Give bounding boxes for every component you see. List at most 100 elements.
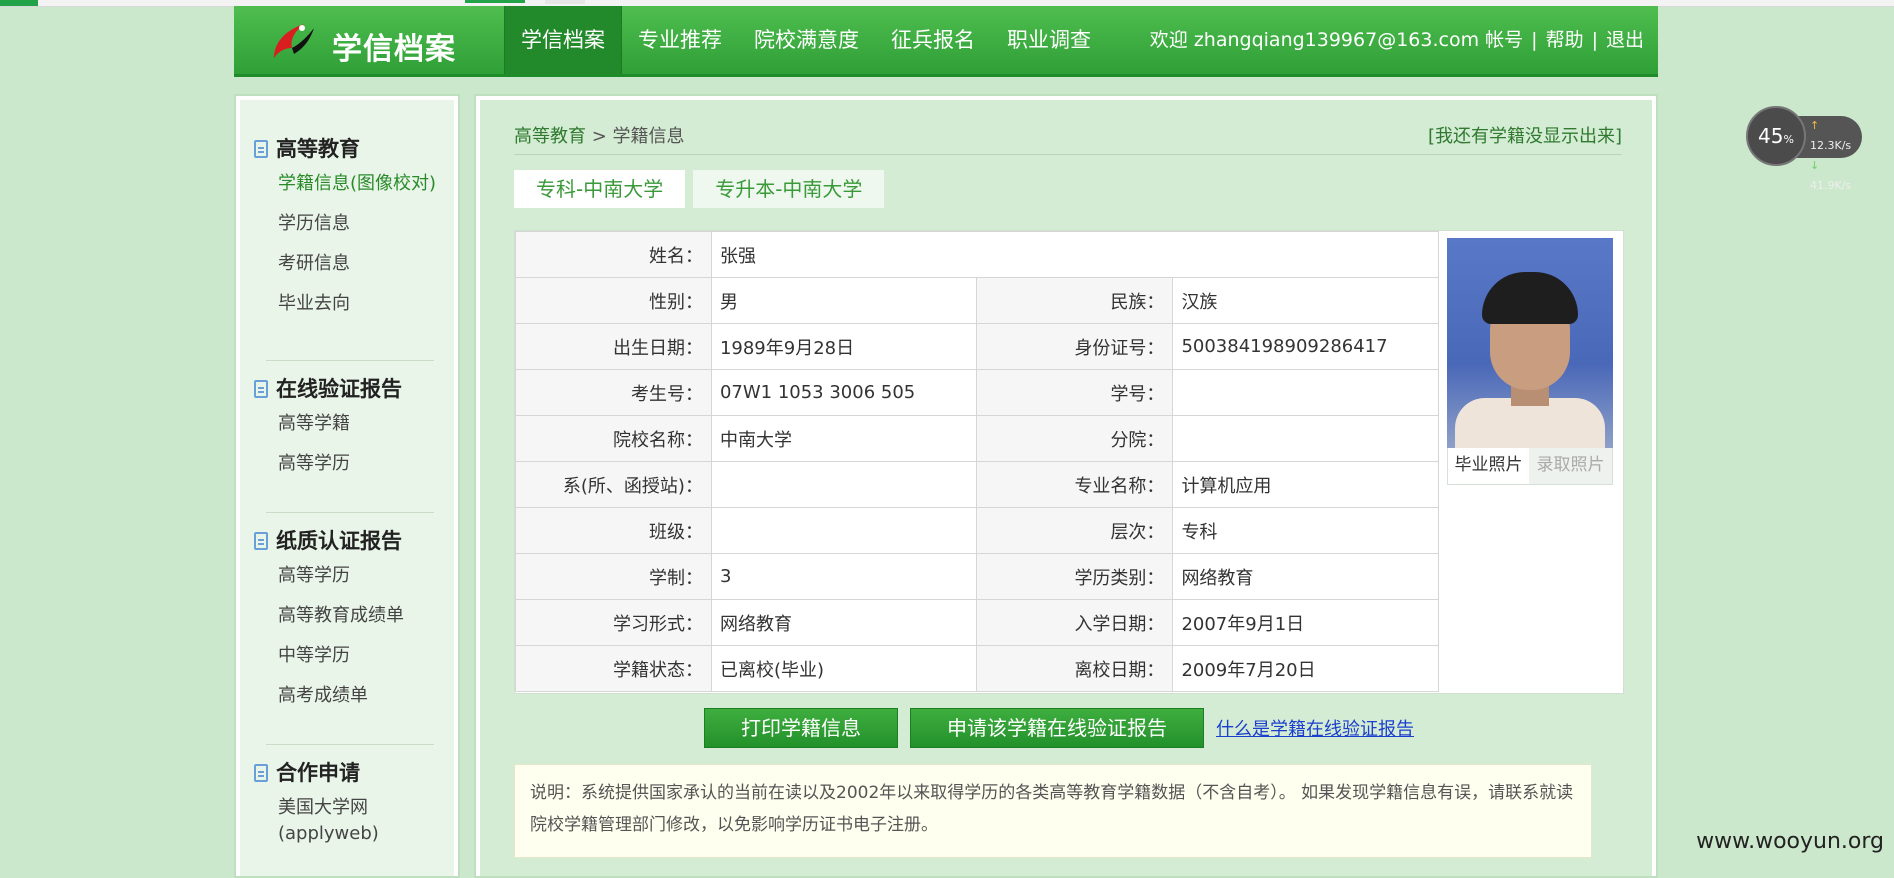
tab-indicator (465, 0, 525, 3)
breadcrumb: 高等教育 > 学籍信息 (514, 122, 685, 148)
sidebar-item-applyweb-sub[interactable]: (applyweb) (254, 820, 454, 852)
network-speed-widget[interactable]: ↑ 12.3K/s ↓ 41.9K/s 45% (1746, 106, 1866, 192)
section-title: 合作申请 (276, 761, 360, 785)
table-row: 学籍状态： 已离校(毕业) 离校日期： 2009年7月20日 (515, 645, 1439, 692)
nav-military-signup[interactable]: 征兵报名 (875, 6, 991, 74)
user-greeting: 欢迎 zhangqiang139967@163.com (1149, 29, 1480, 51)
field-label: 民族： (976, 277, 1174, 324)
table-row: 院校名称： 中南大学 分院： (515, 415, 1439, 462)
field-label: 考生号： (515, 369, 712, 416)
sidebar-divider (266, 360, 434, 361)
admission-photo-tab[interactable]: 录取照片 (1529, 448, 1612, 484)
table-row: 学制： 3 学历类别： 网络教育 (515, 553, 1439, 600)
sidebar-item-paper-transcript[interactable]: 高等教育成绩单 (254, 596, 454, 636)
field-label: 离校日期： (976, 645, 1174, 692)
main-panel: 高等教育 > 学籍信息 [我还有学籍没显示出来] 专科-中南大学 专升本-中南大… (474, 94, 1658, 878)
document-icon (254, 764, 268, 782)
breadcrumb-parent[interactable]: 高等教育 (514, 126, 586, 147)
student-info-table: 姓名： 张强 性别： 男 民族： 汉族 出生日期： 1989年9月28日 身份证… (515, 231, 1440, 692)
table-row: 系(所、函授站)： 专业名称： 计算机应用 (515, 461, 1439, 508)
nav-archive[interactable]: 学信档案 (504, 6, 622, 74)
usage-percent-unit: % (1783, 133, 1794, 146)
field-value: 男 (710, 277, 978, 324)
sidebar-item-online-degree[interactable]: 高等学历 (254, 444, 454, 484)
field-value: 计算机应用 (1172, 461, 1439, 508)
account-link[interactable]: 帐号 (1485, 29, 1523, 51)
main-nav: 学信档案 专业推荐 院校满意度 征兵报名 职业调查 (504, 6, 1107, 74)
help-link[interactable]: 帮助 (1546, 29, 1584, 51)
print-status-button[interactable]: 打印学籍信息 (704, 708, 898, 748)
sidebar-item-secondary-degree[interactable]: 中等学历 (254, 636, 454, 676)
field-value: 张强 (710, 231, 1440, 278)
document-icon (254, 140, 268, 158)
photo-caption-bar: 毕业照片 录取照片 (1447, 448, 1613, 485)
bird-logo-icon (274, 24, 314, 58)
field-value (710, 461, 978, 508)
table-row: 班级： 层次： 专科 (515, 507, 1439, 554)
field-label: 院校名称： (515, 415, 712, 462)
sidebar-item-exam-info[interactable]: 考研信息 (254, 244, 454, 284)
usage-percent: 45 (1758, 124, 1784, 148)
download-speed: 41.9K/s (1810, 179, 1852, 192)
field-label: 学号： (976, 369, 1174, 416)
what-is-online-report-link[interactable]: 什么是学籍在线验证报告 (1216, 715, 1414, 741)
field-label: 学历类别： (976, 553, 1174, 600)
nav-school-satisfaction[interactable]: 院校满意度 (738, 6, 875, 74)
action-bar: 打印学籍信息 申请该学籍在线验证报告 什么是学籍在线验证报告 (704, 708, 1414, 748)
photo-box: 毕业照片 录取照片 (1447, 238, 1613, 485)
field-value: 3 (710, 553, 978, 600)
sidebar: 高等教育 学籍信息(图像校对) 学历信息 考研信息 毕业去向 在线验证报告 高等… (234, 94, 460, 878)
apply-online-report-button[interactable]: 申请该学籍在线验证报告 (910, 708, 1204, 748)
sidebar-section-paper-report: 纸质认证报告 高等学历 高等教育成绩单 中等学历 高考成绩单 (254, 526, 454, 716)
sidebar-item-paper-degree[interactable]: 高等学历 (254, 556, 454, 596)
loading-bar (0, 0, 38, 6)
sidebar-item-status-info[interactable]: 学籍信息(图像校对) (254, 164, 454, 204)
nav-career-survey[interactable]: 职业调查 (991, 6, 1107, 74)
field-label: 分院： (976, 415, 1174, 462)
field-value: 网络教育 (1172, 553, 1439, 600)
sidebar-item-gaokao-transcript[interactable]: 高考成绩单 (254, 676, 454, 716)
table-row: 性别： 男 民族： 汉族 (515, 277, 1439, 324)
logout-link[interactable]: 退出 (1606, 29, 1644, 51)
tab-zhuanke[interactable]: 专科-中南大学 (514, 170, 686, 208)
table-row: 姓名： 张强 (515, 231, 1440, 278)
site-header: 学信档案 学信档案 专业推荐 院校满意度 征兵报名 职业调查 欢迎 zhangq… (234, 6, 1658, 77)
section-title: 在线验证报告 (276, 377, 402, 401)
field-label: 姓名： (515, 231, 712, 278)
table-row: 考生号： 07W1 1053 3006 505 学号： (515, 369, 1439, 416)
upload-arrow-icon: ↑ (1810, 119, 1820, 132)
sidebar-divider (266, 744, 434, 745)
sidebar-divider (266, 512, 434, 513)
cpu-usage-circle: 45% (1746, 106, 1806, 166)
tab-zhuanshengben[interactable]: 专升本-中南大学 (693, 170, 885, 208)
explanation-note: 说明：系统提供国家承认的当前在读以及2002年以来取得学历的各类高等教育学籍数据… (514, 764, 1592, 858)
table-row: 学习形式： 网络教育 入学日期： 2007年9月1日 (515, 599, 1439, 646)
field-value: 2009年7月20日 (1172, 645, 1439, 692)
sidebar-item-degree-info[interactable]: 学历信息 (254, 204, 454, 244)
brand-title: 学信档案 (332, 32, 456, 67)
breadcrumb-current: 学籍信息 (612, 126, 685, 147)
download-arrow-icon: ↓ (1810, 159, 1820, 172)
sidebar-item-applyweb[interactable]: 美国大学网 (254, 788, 454, 820)
missing-record-link[interactable]: [我还有学籍没显示出来] (1428, 122, 1622, 148)
nav-major-recommend[interactable]: 专业推荐 (622, 6, 738, 74)
sidebar-item-graduation-destination[interactable]: 毕业去向 (254, 284, 454, 324)
field-value: 2007年9月1日 (1172, 599, 1439, 646)
field-value (1172, 415, 1439, 462)
document-icon (254, 380, 268, 398)
student-info-panel: 姓名： 张强 性别： 男 民族： 汉族 出生日期： 1989年9月28日 身份证… (514, 230, 1624, 694)
field-label: 入学日期： (976, 599, 1174, 646)
sidebar-item-online-status[interactable]: 高等学籍 (254, 404, 454, 444)
field-label: 学制： (515, 553, 712, 600)
field-value (710, 507, 978, 554)
field-label: 出生日期： (515, 323, 712, 370)
field-label: 学习形式： (515, 599, 712, 646)
section-title: 纸质认证报告 (276, 529, 402, 553)
field-label: 班级： (515, 507, 712, 554)
table-row: 出生日期： 1989年9月28日 身份证号： 50038419890928641… (515, 323, 1439, 370)
sidebar-section-cooperation: 合作申请 美国大学网 (applyweb) (254, 758, 454, 852)
sidebar-section-online-report: 在线验证报告 高等学籍 高等学历 (254, 374, 454, 484)
field-value: 汉族 (1172, 277, 1439, 324)
field-label: 系(所、函授站)： (515, 461, 712, 508)
graduation-photo-tab[interactable]: 毕业照片 (1448, 448, 1530, 484)
